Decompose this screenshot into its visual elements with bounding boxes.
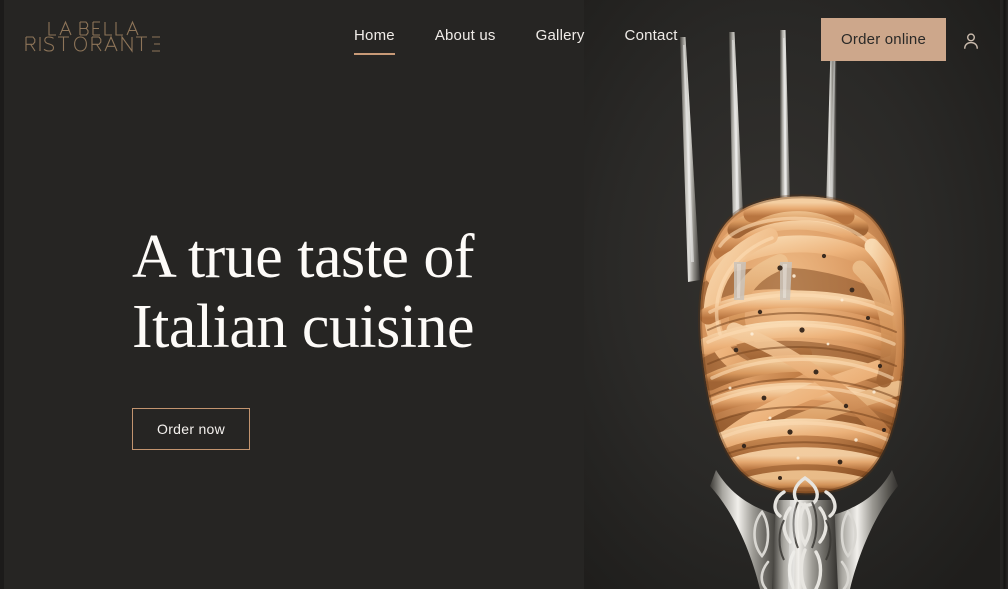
window-frame-right-edge [1000,0,1008,589]
order-online-button[interactable]: Order online [821,18,946,61]
nav-item-home[interactable]: Home [334,26,415,55]
hero-title: A true taste of Italian cuisine [132,222,562,362]
site-header: Home About us Gallery Contact Order onli… [4,0,1004,80]
hero-title-line-2: Italian cuisine [132,293,474,361]
window-frame-left-edge [0,0,4,589]
hero-title-line-1: A true taste of [132,223,475,291]
main-navigation: Home About us Gallery Contact [334,26,698,55]
hero-food-image [584,0,1004,589]
user-account-icon[interactable] [960,30,982,52]
brand-logo-mark [25,20,160,53]
hero-section: A true taste of Italian cuisine Order no… [4,0,1004,589]
nav-item-gallery[interactable]: Gallery [516,26,605,46]
header-actions: Order online [821,18,982,61]
pasta-on-fork-illustration [584,0,1004,589]
page-root: Home About us Gallery Contact Order onli… [4,0,1004,589]
nav-item-contact[interactable]: Contact [605,26,698,46]
brand-logo[interactable] [24,18,184,60]
nav-item-about-us[interactable]: About us [415,26,516,46]
order-now-button[interactable]: Order now [132,408,251,450]
hero-copy: A true taste of Italian cuisine Order no… [132,222,562,450]
